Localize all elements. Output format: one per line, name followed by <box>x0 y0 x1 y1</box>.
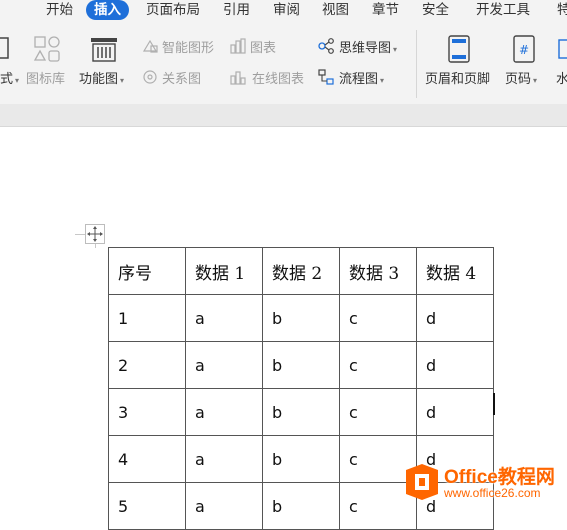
menu-tab-security[interactable]: 安全 <box>422 0 449 22</box>
menu-tab-review[interactable]: 审阅 <box>273 0 300 22</box>
table-cell[interactable]: c <box>339 341 417 389</box>
table-header-cell[interactable]: 数据 2 <box>262 247 340 295</box>
ribbon-toolbar: 式 ▾ 图标库 功能图 ▾ 智能图形 图表 关系图 在线图表 思维导图 ▾ 流程… <box>0 22 567 104</box>
menu-bar: 开始 插入 页面布局 引用 审阅 视图 章节 安全 开发工具 特 <box>0 0 567 22</box>
partial-left-button[interactable]: 式 ▾ <box>0 68 19 87</box>
site-watermark-logo: Office教程网 www.office26.com <box>400 458 567 511</box>
online-chart-icon <box>230 71 246 85</box>
chart-icon <box>230 38 246 54</box>
table-cell[interactable]: d <box>416 294 494 342</box>
ribbon-collapse-bar <box>0 104 567 127</box>
table-header-cell[interactable]: 数据 4 <box>416 247 494 295</box>
text-cursor <box>493 393 495 415</box>
table-cell[interactable]: b <box>262 435 340 483</box>
menu-tab-references[interactable]: 引用 <box>223 0 250 22</box>
flowchart-icon <box>318 69 334 85</box>
table-cell[interactable]: a <box>185 341 263 389</box>
table-cell[interactable]: a <box>185 435 263 483</box>
table-cell[interactable]: 5 <box>108 482 186 530</box>
relation-chart-button[interactable]: 关系图 <box>162 68 201 87</box>
function-chart-button[interactable]: 功能图 ▾ <box>79 68 124 87</box>
menu-tab-chapter[interactable]: 章节 <box>372 0 399 22</box>
header-footer-icon <box>448 35 470 63</box>
mind-map-button[interactable]: 思维导图 ▾ <box>339 37 397 56</box>
table-cell[interactable]: a <box>185 482 263 530</box>
menu-tab-insert[interactable]: 插入 <box>86 0 129 20</box>
function-chart-icon <box>91 38 117 62</box>
table-cell[interactable]: b <box>262 388 340 436</box>
menu-tab-view[interactable]: 视图 <box>322 0 349 22</box>
table-header-cell[interactable]: 数据 3 <box>339 247 417 295</box>
header-footer-button[interactable]: 页眉和页脚 <box>425 68 490 87</box>
ribbon-separator <box>416 30 417 98</box>
page-number-button[interactable]: 页码 ▾ <box>505 68 537 87</box>
table-cell[interactable]: b <box>262 341 340 389</box>
table-header-cell[interactable]: 序号 <box>108 247 186 295</box>
watermark-button-partial[interactable]: 水 <box>556 68 567 87</box>
smart-shape-icon <box>142 39 158 53</box>
table-cell[interactable]: d <box>416 388 494 436</box>
svg-text:#: # <box>519 43 529 57</box>
smart-shape-button[interactable]: 智能图形 <box>162 37 214 56</box>
table-row: 1 a b c d <box>108 294 494 342</box>
table-cell[interactable]: b <box>262 482 340 530</box>
mind-map-icon <box>318 38 334 54</box>
icon-library-icon <box>33 36 60 62</box>
table-cell[interactable]: c <box>339 294 417 342</box>
logo-url-text: www.office26.com <box>444 486 541 500</box>
table-cell[interactable]: c <box>339 388 417 436</box>
flowchart-button[interactable]: 流程图 ▾ <box>339 68 384 87</box>
menu-tab-developer[interactable]: 开发工具 <box>476 0 530 22</box>
table-cell[interactable]: 1 <box>108 294 186 342</box>
logo-brand-text: Office教程网 <box>444 467 555 488</box>
table-cell[interactable]: b <box>262 294 340 342</box>
table-cell[interactable]: a <box>185 388 263 436</box>
margin-mark <box>75 234 85 235</box>
menu-tab-special-partial[interactable]: 特 <box>557 0 567 22</box>
relation-chart-icon <box>143 70 157 84</box>
menu-tab-home[interactable]: 开始 <box>46 0 73 22</box>
icon-library-button[interactable]: 图标库 <box>26 68 65 87</box>
table-cell[interactable]: 3 <box>108 388 186 436</box>
menu-tab-page-layout[interactable]: 页面布局 <box>146 0 200 22</box>
move-arrows-icon <box>87 226 103 242</box>
table-row: 2 a b c d <box>108 341 494 389</box>
table-header-row: 序号 数据 1 数据 2 数据 3 数据 4 <box>108 247 494 295</box>
table-move-handle[interactable] <box>85 224 105 244</box>
table-row: 3 a b c d <box>108 388 494 436</box>
watermark-icon <box>558 39 567 59</box>
table-cell[interactable]: 4 <box>108 435 186 483</box>
table-cell[interactable]: a <box>185 294 263 342</box>
office-logo-icon <box>406 464 438 500</box>
table-header-cell[interactable]: 数据 1 <box>185 247 263 295</box>
table-cell[interactable]: d <box>416 341 494 389</box>
table-cell[interactable]: 2 <box>108 341 186 389</box>
page-number-icon: # <box>513 35 535 63</box>
chart-button[interactable]: 图表 <box>250 37 276 56</box>
online-chart-button[interactable]: 在线图表 <box>252 68 304 87</box>
partial-shape-icon <box>0 37 9 59</box>
margin-mark <box>95 244 96 248</box>
